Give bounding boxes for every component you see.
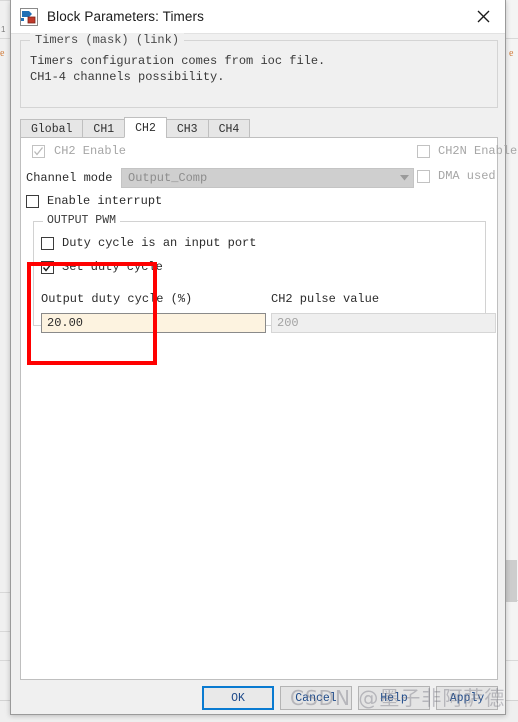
dma-used-label: DMA used [438,169,496,183]
background-divider [0,660,10,661]
background-scrollbar-thumb[interactable] [506,560,517,602]
tab-ch4[interactable]: CH4 [207,119,251,138]
tab-ch1[interactable]: CH1 [82,119,126,138]
help-button[interactable]: Help [358,686,430,710]
background-divider [0,0,10,1]
background-edge-label-left: e [0,48,5,59]
block-parameters-dialog: Block Parameters: Timers Timers (mask) (… [10,0,517,715]
duty-cycle-input-port-label: Duty cycle is an input port [62,236,257,250]
background-divider [0,592,10,593]
background-divider [0,631,10,632]
channel-mode-dropdown[interactable]: Output_Comp [121,168,414,188]
output-duty-cycle-label: Output duty cycle (%) [41,292,193,306]
enable-interrupt-checkbox[interactable] [26,195,39,208]
close-icon[interactable] [461,0,505,33]
ch2-enable-checkbox [32,145,45,158]
enable-interrupt-label: Enable interrupt [47,194,163,208]
mask-group-legend: Timers (mask) (link) [30,33,185,47]
tab-ch2[interactable]: CH2 [124,117,167,138]
output-pwm-legend: OUTPUT PWM [43,214,121,227]
simulink-block-icon [20,7,38,26]
tab-global[interactable]: Global [20,119,84,138]
duty-cycle-input-port-checkbox[interactable] [41,237,54,250]
dialog-title: Block Parameters: Timers [47,9,204,24]
mask-description-text: Timers configuration comes from ioc file… [30,54,326,84]
apply-button[interactable]: Apply [436,686,498,710]
channel-tabs: Global CH1 CH2 CH3 CH4 [20,117,498,138]
ch2-enable-label: CH2 Enable [54,144,127,158]
ch2-pulse-value-label: CH2 pulse value [271,292,380,306]
tab-ch3[interactable]: CH3 [165,119,209,138]
set-duty-cycle-label: Set duty cycle [62,260,163,274]
ch2n-enable-checkbox [417,145,430,158]
channel-mode-value: Output_Comp [128,171,208,185]
output-duty-cycle-input[interactable] [41,313,266,333]
ch2n-enable-label: CH2N Enable [438,144,518,158]
dialog-titlebar: Block Parameters: Timers [11,0,505,34]
ch2-tab-panel: CH2 Enable CH2N Enable Channel mode Outp… [20,137,517,680]
background-divider [505,660,518,661]
background-edge-label-right: e [509,48,514,59]
dma-used-checkbox [417,170,430,183]
ok-button[interactable]: OK [202,686,274,710]
channel-mode-label: Channel mode [26,171,113,185]
dialog-button-bar: OK Cancel Help Apply [11,686,505,712]
background-tick-label: 1 [1,25,6,34]
background-divider [505,38,518,39]
set-duty-cycle-checkbox[interactable] [41,261,54,274]
background-divider [0,38,10,39]
cancel-button[interactable]: Cancel [280,686,352,710]
ch2-pulse-value-input[interactable] [271,313,496,333]
background-right-panel [505,0,518,721]
chevron-down-icon [396,175,413,181]
